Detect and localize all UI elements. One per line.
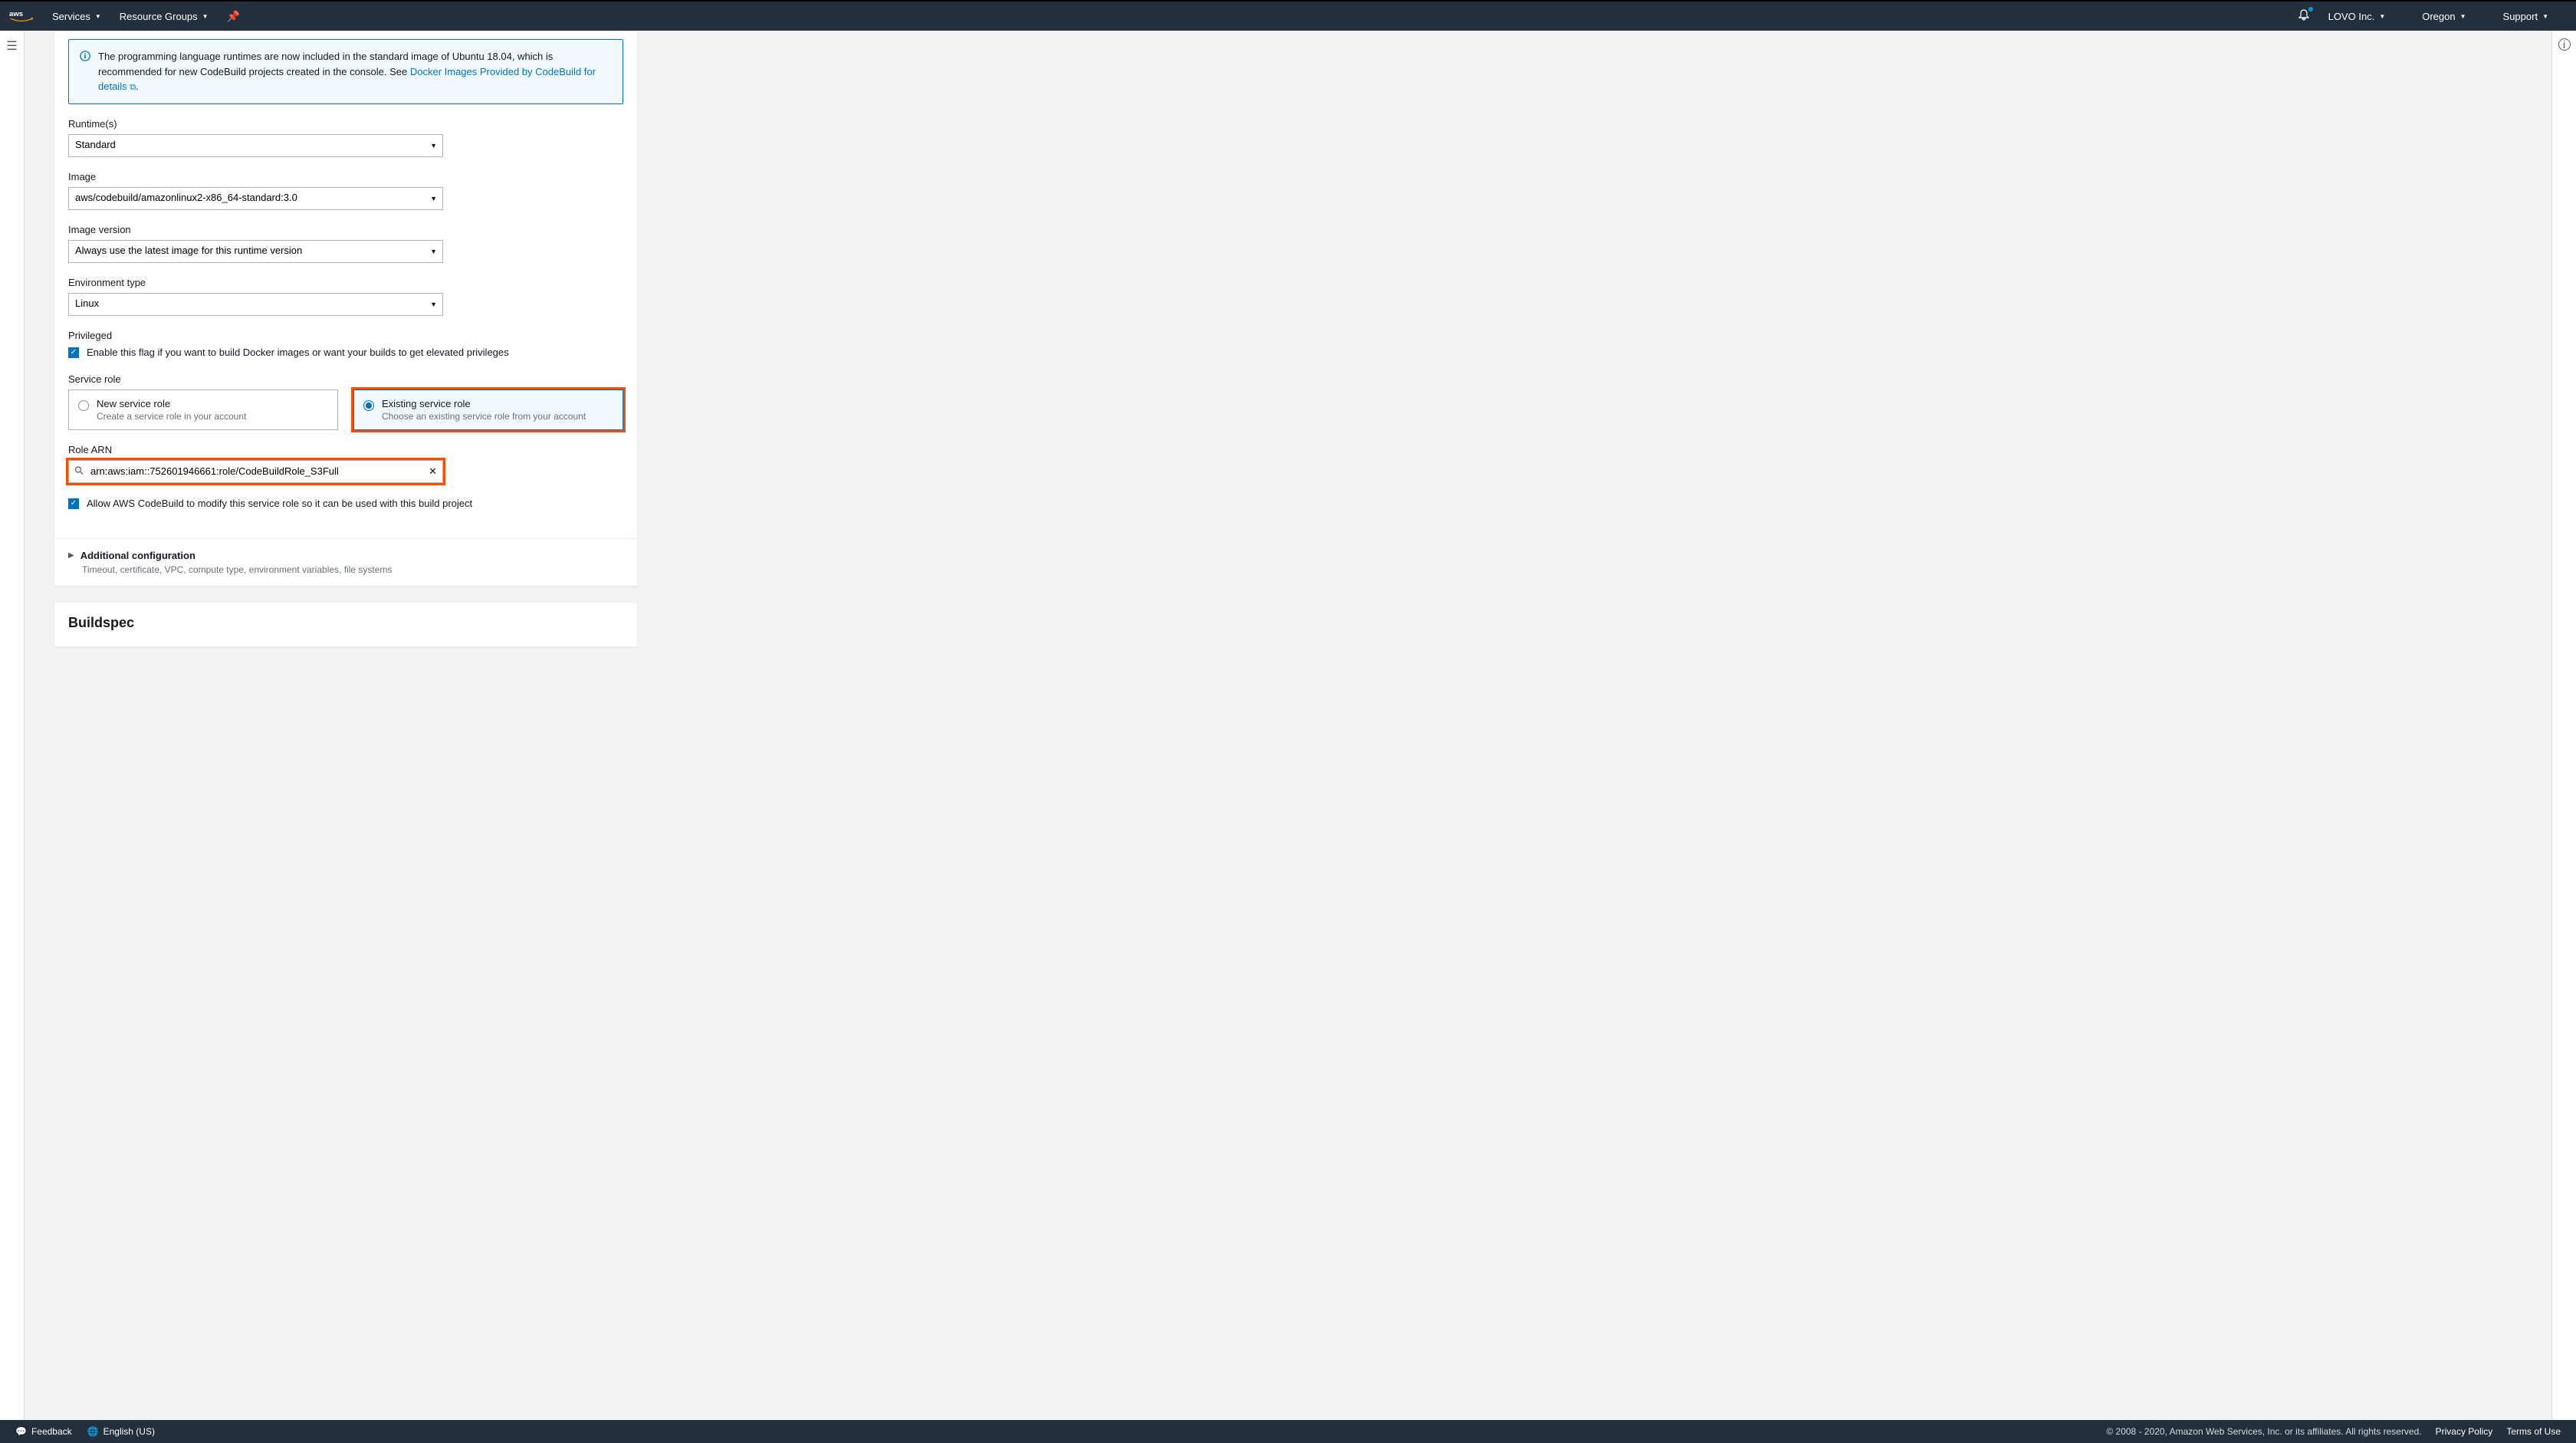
nav-account-label: LOVO Inc. — [2328, 11, 2375, 22]
new-role-desc: Create a service role in your account — [97, 411, 246, 422]
service-role-field: Service role New service role Create a s… — [68, 373, 623, 430]
additional-config-expander: ▶ Additional configuration Timeout, cert… — [54, 538, 637, 586]
allow-modify-checkbox[interactable]: ✓ — [68, 498, 79, 509]
runtime-field: Runtime(s) Standard ▼ — [68, 118, 623, 157]
privacy-link[interactable]: Privacy Policy — [2436, 1426, 2493, 1437]
image-field: Image aws/codebuild/amazonlinux2-x86_64-… — [68, 171, 623, 210]
image-version-select[interactable]: Always use the latest image for this run… — [68, 240, 443, 263]
role-arn-field: Role ARN ✕ — [68, 444, 623, 483]
existing-role-desc: Choose an existing service role from you… — [382, 411, 586, 422]
right-rail: i — [2551, 31, 2576, 1420]
notification-dot — [2308, 7, 2313, 12]
nav-region[interactable]: Oregon ▼ — [2422, 11, 2466, 22]
existing-service-role-radio[interactable]: Existing service role Choose an existing… — [353, 390, 623, 430]
svg-text:aws: aws — [9, 10, 23, 18]
info-circle-icon — [80, 51, 90, 94]
nav-resource-groups-label: Resource Groups — [120, 11, 198, 22]
env-type-field: Environment type Linux ▼ — [68, 277, 623, 316]
info-alert: The programming language runtimes are no… — [68, 39, 623, 104]
chevron-down-icon: ▼ — [2379, 13, 2385, 20]
env-type-select[interactable]: Linux — [68, 293, 443, 316]
language-selector[interactable]: 🌐 English (US) — [87, 1426, 155, 1437]
left-rail: ☰ — [0, 31, 25, 1420]
search-icon — [74, 465, 84, 477]
alert-text-2: . — [136, 81, 139, 92]
nav-services-label: Services — [52, 11, 90, 22]
aws-logo[interactable]: aws — [9, 8, 34, 24]
terms-link[interactable]: Terms of Use — [2506, 1426, 2561, 1437]
nav-region-label: Oregon — [2422, 11, 2455, 22]
menu-icon[interactable]: ☰ — [6, 38, 17, 54]
chevron-down-icon: ▼ — [2542, 13, 2548, 20]
env-type-label: Environment type — [68, 277, 623, 288]
new-role-title: New service role — [97, 398, 246, 409]
nav-support[interactable]: Support ▼ — [2503, 11, 2548, 22]
additional-config-toggle[interactable]: ▶ Additional configuration — [68, 550, 623, 561]
buildspec-panel: Buildspec — [54, 602, 638, 647]
speech-bubble-icon: 💬 — [15, 1426, 27, 1437]
new-service-role-radio[interactable]: New service role Create a service role i… — [68, 390, 338, 430]
additional-config-title: Additional configuration — [80, 550, 196, 561]
privileged-checkbox-label: Enable this flag if you want to build Do… — [87, 346, 509, 360]
chevron-down-icon: ▼ — [95, 13, 101, 20]
nav-resource-groups[interactable]: Resource Groups ▼ — [120, 11, 209, 22]
image-version-label: Image version — [68, 224, 623, 235]
radio-icon — [363, 400, 374, 411]
buildspec-heading: Buildspec — [54, 603, 637, 631]
nav-support-label: Support — [2503, 11, 2538, 22]
image-version-field: Image version Always use the latest imag… — [68, 224, 623, 263]
privileged-field: Privileged ✓ Enable this flag if you wan… — [68, 330, 623, 360]
role-arn-input[interactable] — [68, 460, 443, 483]
feedback-label: Feedback — [31, 1426, 72, 1437]
clear-icon[interactable]: ✕ — [429, 465, 437, 478]
existing-role-title: Existing service role — [382, 398, 586, 409]
copyright-text: © 2008 - 2020, Amazon Web Services, Inc.… — [2106, 1426, 2421, 1437]
image-select[interactable]: aws/codebuild/amazonlinux2-x86_64-standa… — [68, 187, 443, 210]
globe-icon: 🌐 — [87, 1426, 99, 1437]
notifications-icon[interactable] — [2298, 8, 2310, 25]
nav-services[interactable]: Services ▼ — [52, 11, 101, 22]
allow-modify-field: ✓ Allow AWS CodeBuild to modify this ser… — [68, 497, 623, 511]
additional-config-desc: Timeout, certificate, VPC, compute type,… — [82, 564, 623, 575]
runtime-label: Runtime(s) — [68, 118, 623, 130]
allow-modify-label: Allow AWS CodeBuild to modify this servi… — [87, 497, 472, 511]
pin-icon[interactable]: 📌 — [227, 10, 240, 23]
radio-icon — [78, 400, 89, 411]
role-arn-label: Role ARN — [68, 444, 623, 455]
image-label: Image — [68, 171, 623, 182]
footer: 💬 Feedback 🌐 English (US) © 2008 - 2020,… — [0, 1420, 2576, 1443]
nav-account[interactable]: LOVO Inc. ▼ — [2328, 11, 2386, 22]
triangle-right-icon: ▶ — [68, 551, 74, 560]
feedback-link[interactable]: 💬 Feedback — [15, 1426, 72, 1437]
privileged-checkbox[interactable]: ✓ — [68, 347, 79, 358]
chevron-down-icon: ▼ — [202, 13, 209, 20]
environment-panel: The programming language runtimes are no… — [54, 31, 638, 587]
service-role-label: Service role — [68, 373, 623, 385]
privileged-label: Privileged — [68, 330, 623, 341]
runtime-select[interactable]: Standard — [68, 134, 443, 157]
chevron-down-icon: ▼ — [2460, 13, 2466, 20]
top-nav: aws Services ▼ Resource Groups ▼ 📌 LOVO … — [0, 0, 2576, 31]
main-content: The programming language runtimes are no… — [25, 31, 2551, 1420]
language-label: English (US) — [104, 1426, 155, 1437]
info-icon[interactable]: i — [2558, 38, 2571, 51]
external-link-icon: ⧉ — [130, 83, 136, 92]
